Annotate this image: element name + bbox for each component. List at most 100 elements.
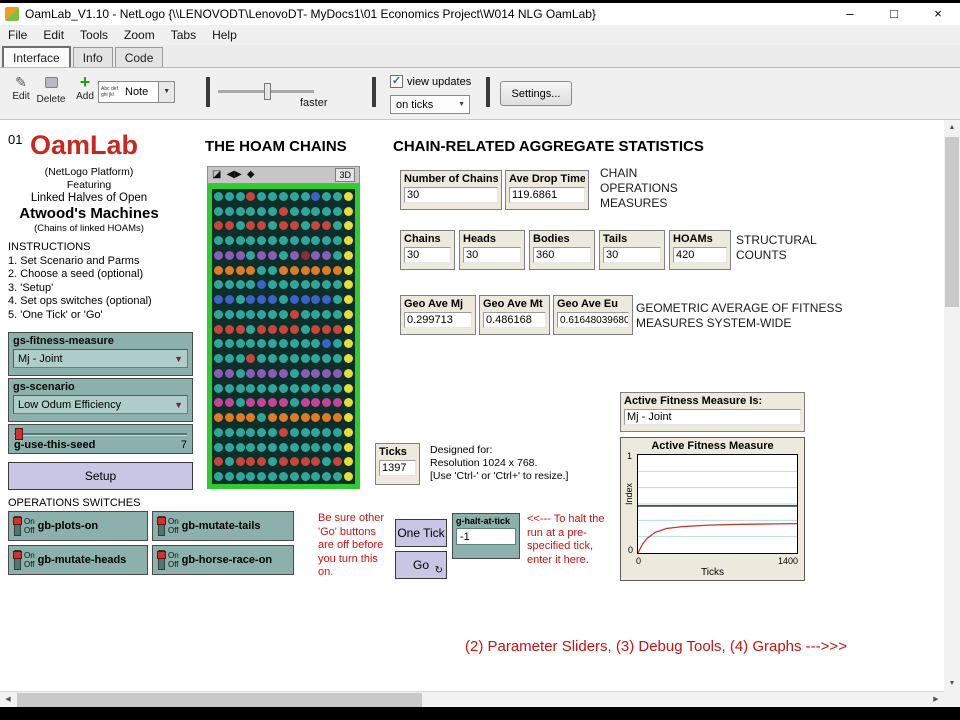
monitor-value: 420 — [673, 247, 727, 263]
checkbox-icon[interactable]: ✓ — [390, 75, 403, 88]
scroll-down-arrow[interactable]: ▼ — [944, 676, 960, 691]
speed-slider-label: faster — [300, 97, 328, 109]
switch-handle[interactable] — [157, 517, 166, 525]
switch-handle[interactable] — [157, 551, 166, 559]
view-updates-checkbox[interactable]: ✓ view updates — [390, 75, 471, 88]
chevron-down-icon[interactable]: ▼ — [158, 81, 175, 103]
world-view-widget: ◪ ◀▶ ◆ 3D — [207, 166, 360, 489]
view-diamond-icon[interactable]: ◆ — [247, 170, 255, 180]
switch-gb-mutate-tails[interactable]: On Off gb-mutate-tails — [152, 511, 294, 541]
instructions-list: 1. Set Scenario and Parms 2. Choose a se… — [8, 255, 152, 322]
one-tick-button[interactable]: One Tick — [395, 519, 447, 547]
window-controls: – □ × — [828, 3, 960, 25]
active-fitness-plot: Active Fitness Measure 1 0 Index 0 1400 … — [620, 437, 805, 581]
view-control-bar: ◪ ◀▶ ◆ 3D — [207, 166, 360, 184]
operations-switches-title: OPERATIONS SWITCHES — [8, 497, 140, 509]
view-contrast-icon[interactable]: ◪ — [212, 170, 221, 180]
toolbar: ✎ Edit Delete + Add Abc def ghi jkl Note… — [0, 68, 960, 120]
netlogo-icon — [5, 7, 19, 21]
horizontal-scrollbar[interactable]: ◀ ▶ — [0, 691, 944, 707]
vertical-scroll-thumb[interactable] — [945, 137, 959, 307]
close-button[interactable]: × — [916, 3, 960, 25]
switch-gb-horse-race-on[interactable]: On Off gb-horse-race-on — [152, 545, 294, 575]
tab-code[interactable]: Code — [115, 47, 164, 67]
menu-zoom[interactable]: Zoom — [116, 28, 163, 42]
scroll-up-arrow[interactable]: ▲ — [944, 120, 960, 135]
switch-gb-plots-on[interactable]: On Off gb-plots-on — [8, 511, 148, 541]
add-tool-button[interactable]: + Add — [70, 74, 100, 102]
switch-track[interactable] — [14, 516, 21, 536]
maximize-button[interactable]: □ — [872, 3, 916, 25]
slider-track[interactable] — [14, 433, 187, 436]
halt-note: <<--- To halt the run at a pre-specified… — [527, 513, 609, 567]
delete-tool-button[interactable]: Delete — [36, 74, 66, 105]
menu-tabs[interactable]: Tabs — [163, 28, 204, 42]
update-mode-select[interactable]: on ticks ▼ — [390, 95, 470, 114]
monitor-tails: Tails 30 — [599, 230, 665, 270]
monitor-label: HOAMs — [673, 233, 727, 245]
switch-off-label: Off — [24, 526, 35, 535]
monitor-label: Tails — [603, 233, 661, 245]
bottom-black-bar — [0, 707, 960, 720]
input-g-halt-at-tick: g-halt-at-tick -1 — [452, 513, 520, 559]
monitor-value: 30 — [463, 247, 521, 263]
switch-handle[interactable] — [13, 551, 22, 559]
interface-canvas: 01 OamLab (NetLogo Platform) Featuring L… — [0, 120, 944, 691]
monitor-heads: Heads 30 — [459, 230, 525, 270]
monitor-label: Geo Ave Mt — [483, 298, 546, 310]
speed-slider-handle[interactable] — [264, 83, 271, 100]
switch-off-label: Off — [168, 526, 179, 535]
monitor-label: Ave Drop Time — [509, 173, 585, 185]
switch-on-label: On — [24, 551, 35, 560]
page-number: 01 — [8, 132, 22, 147]
minimize-button[interactable]: – — [828, 3, 872, 25]
go-warning-note: Be sure other 'Go' buttons are off befor… — [318, 512, 394, 580]
monitor-value: 0.61648039680 — [557, 312, 629, 328]
monitor-value: 30 — [404, 247, 451, 263]
world-view[interactable] — [207, 184, 360, 489]
switch-track[interactable] — [158, 516, 165, 536]
horizontal-scroll-thumb[interactable] — [17, 693, 422, 707]
plot-ylabel: Index — [624, 483, 634, 505]
menu-help[interactable]: Help — [204, 28, 245, 42]
model-title: OamLab — [30, 130, 138, 161]
chooser-select[interactable]: Mj - Joint ▼ — [13, 349, 188, 368]
switch-gb-mutate-heads[interactable]: On Off gb-mutate-heads — [8, 545, 148, 575]
tab-interface[interactable]: Interface — [2, 46, 71, 67]
chooser-select[interactable]: Low Odum Efficiency ▼ — [13, 395, 188, 414]
caption-structural-counts: STRUCTURAL COUNTS — [736, 233, 817, 263]
slider-value: 7 — [181, 439, 187, 451]
monitor-value: 30 — [603, 247, 661, 263]
tab-info[interactable]: Info — [73, 47, 113, 67]
tabbar: Interface Info Code — [0, 45, 960, 68]
monitor-chains: Chains 30 — [400, 230, 455, 270]
monitor-label: Heads — [463, 233, 521, 245]
update-mode-value: on ticks — [396, 99, 433, 111]
switch-track[interactable] — [158, 550, 165, 570]
input-value[interactable]: -1 — [456, 528, 516, 545]
setup-button[interactable]: Setup — [8, 462, 193, 490]
monitor-ave-drop-time: Ave Drop Time 119.6861 — [505, 170, 589, 210]
note-icon-text-2: ghi jkl — [101, 92, 122, 98]
monitor-label: Chains — [404, 233, 451, 245]
menu-edit[interactable]: Edit — [35, 28, 72, 42]
scroll-left-arrow[interactable]: ◀ — [0, 692, 16, 707]
menu-file[interactable]: File — [0, 28, 35, 42]
toolbar-separator — [206, 77, 210, 107]
subtitle-atwoods-machines: Atwood's Machines — [4, 205, 174, 223]
menu-tools[interactable]: Tools — [72, 28, 116, 42]
vertical-scrollbar[interactable]: ▲ ▼ — [944, 120, 960, 691]
view-3d-button[interactable]: 3D — [335, 168, 355, 182]
view-arrows-icon[interactable]: ◀▶ — [226, 170, 241, 180]
go-button[interactable]: Go ↻ — [395, 551, 447, 579]
footer-note: (2) Parameter Sliders, (3) Debug Tools, … — [465, 638, 847, 655]
instructions-title: INSTRUCTIONS — [8, 241, 91, 253]
edit-tool-button[interactable]: ✎ Edit — [6, 74, 36, 102]
scroll-right-arrow[interactable]: ▶ — [928, 692, 944, 707]
stats-heading: CHAIN-RELATED AGGREGATE STATISTICS — [393, 138, 704, 155]
subtitle-linked-halves: Linked Halves of Open — [4, 192, 174, 205]
widget-type-dropdown[interactable]: Abc def ghi jkl Note ▼ — [98, 81, 175, 103]
switch-handle[interactable] — [13, 517, 22, 525]
settings-button[interactable]: Settings... — [500, 81, 572, 106]
switch-track[interactable] — [14, 550, 21, 570]
